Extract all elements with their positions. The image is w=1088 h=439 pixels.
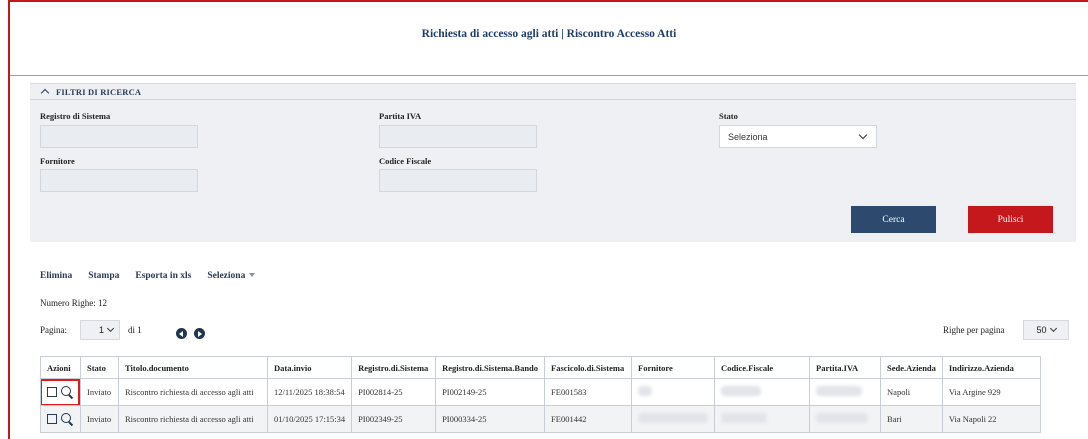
cell-data: 01/10/2025 17:15:34 [266, 405, 353, 433]
rows-per-page-value: 50 [1036, 325, 1047, 335]
cell-codice-fiscale [714, 405, 811, 433]
rows-per-page-select[interactable]: 50 [1023, 320, 1069, 340]
codice-fiscale-label: Codice Fiscale [379, 156, 432, 166]
redacted-text [816, 386, 863, 396]
col-fascicolo[interactable]: Fascicolo.di.Sistema [544, 356, 633, 379]
registro-label: Registro di Sistema [40, 111, 111, 121]
chevron-down-icon [1049, 324, 1057, 333]
next-page-icon[interactable] [194, 328, 205, 339]
registro-input[interactable] [40, 125, 198, 148]
col-bando[interactable]: Registro.di.Sistema.Bando [435, 356, 546, 379]
prev-page-icon[interactable] [176, 328, 187, 339]
cell-fascicolo: FE001583 [544, 378, 633, 406]
fornitore-input[interactable] [40, 169, 198, 192]
action-toolbar: Elimina Stampa Esporta in xls Seleziona [40, 271, 256, 281]
cell-partita-iva [809, 405, 882, 433]
redacted-text [638, 386, 653, 396]
page-label: Pagina: [40, 325, 67, 335]
cell-titolo: Riscontro richiesta di accesso agli atti [118, 378, 268, 406]
esporta-link[interactable]: Esporta in xls [135, 271, 191, 281]
elimina-link[interactable]: Elimina [40, 271, 72, 281]
cell-fornitore [631, 378, 716, 406]
row-checkbox[interactable] [47, 414, 57, 425]
filters-toggle[interactable]: FILTRI DI RICERCA [30, 84, 1076, 100]
cell-partita-iva [809, 378, 882, 406]
cell-registro: PI002349-25 [351, 405, 437, 433]
col-titolo[interactable]: Titolo.documento [118, 356, 268, 379]
search-filters-panel: FILTRI DI RICERCA Registro di Sistema Pa… [30, 83, 1076, 242]
col-stato[interactable]: Stato [80, 356, 119, 379]
page-title: Richiesta di accesso agli atti | Riscont… [421, 27, 677, 40]
codice-fiscale-input[interactable] [379, 169, 537, 192]
seleziona-label: Seleziona [207, 271, 246, 281]
col-indirizzo[interactable]: Indirizzo.Azienda [941, 356, 1041, 379]
redacted-text [816, 413, 869, 423]
row-actions [40, 378, 81, 406]
page-select[interactable]: 1 [80, 320, 120, 340]
table-row: Inviato Riscontro richiesta di accesso a… [40, 405, 1041, 433]
row-checkbox[interactable] [47, 387, 57, 398]
cell-sede: Bari [880, 405, 943, 433]
page-select-value: 1 [98, 325, 104, 335]
magnifier-icon[interactable] [61, 386, 73, 398]
stato-label: Stato [719, 111, 738, 121]
results-table: Azioni Stato Titolo.documento Data.invio… [40, 356, 1041, 433]
clear-button[interactable]: Pulisci [968, 206, 1053, 233]
cell-indirizzo: Via Napoli 22 [941, 405, 1041, 433]
redacted-text [721, 413, 768, 423]
rows-per-page-label: Righe per pagina [943, 325, 1005, 335]
col-data[interactable]: Data.invio [266, 356, 353, 379]
col-fornitore[interactable]: Fornitore [631, 356, 716, 379]
search-button[interactable]: Cerca [851, 206, 936, 233]
row-actions [40, 405, 81, 433]
cell-titolo: Riscontro richiesta di accesso agli atti [118, 405, 268, 433]
partita-iva-label: Partita IVA [379, 111, 422, 121]
table-header-row: Azioni Stato Titolo.documento Data.invio… [40, 356, 1041, 379]
chevron-down-icon [858, 130, 868, 139]
col-registro[interactable]: Registro.di.Sistema [351, 356, 437, 379]
page-header: Richiesta di accesso agli atti | Riscont… [10, 2, 1088, 76]
col-codice-fiscale[interactable]: Codice.Fiscale [714, 356, 811, 379]
chevron-down-icon [106, 324, 115, 333]
cell-stato: Inviato [80, 378, 119, 406]
table-row: Inviato Riscontro richiesta di accesso a… [40, 378, 1041, 406]
cell-codice-fiscale [714, 378, 811, 406]
col-partita-iva[interactable]: Partita.IVA [809, 356, 882, 379]
page-total: di 1 [128, 325, 142, 335]
cell-stato: Inviato [80, 405, 119, 433]
cell-fascicolo: FE001442 [544, 405, 633, 433]
app-frame: Richiesta di accesso agli atti | Riscont… [8, 0, 1088, 439]
magnifier-icon[interactable] [61, 413, 73, 425]
cell-data: 12/11/2025 18:38:54 [266, 378, 353, 406]
chevron-up-icon [40, 88, 50, 98]
cell-bando: PI002149-25 [435, 378, 546, 406]
redacted-text [721, 386, 762, 396]
cell-sede: Napoli [880, 378, 943, 406]
redacted-text [638, 413, 709, 423]
cell-fornitore [631, 405, 716, 433]
seleziona-dropdown[interactable]: Seleziona [207, 271, 256, 281]
partita-iva-input[interactable] [379, 125, 537, 148]
col-azioni[interactable]: Azioni [40, 356, 81, 379]
cell-registro: PI002814-25 [351, 378, 437, 406]
filters-heading: FILTRI DI RICERCA [56, 86, 142, 97]
cell-indirizzo: Via Argine 929 [941, 378, 1041, 406]
stampa-link[interactable]: Stampa [88, 271, 119, 281]
fornitore-label: Fornitore [40, 156, 75, 166]
stato-select[interactable]: Seleziona [719, 125, 877, 148]
stato-select-value: Seleziona [728, 131, 768, 142]
caret-down-icon [249, 273, 256, 277]
row-count: Numero Righe: 12 [40, 298, 107, 308]
col-sede[interactable]: Sede.Azienda [880, 356, 943, 379]
cell-bando: PI000334-25 [435, 405, 546, 433]
